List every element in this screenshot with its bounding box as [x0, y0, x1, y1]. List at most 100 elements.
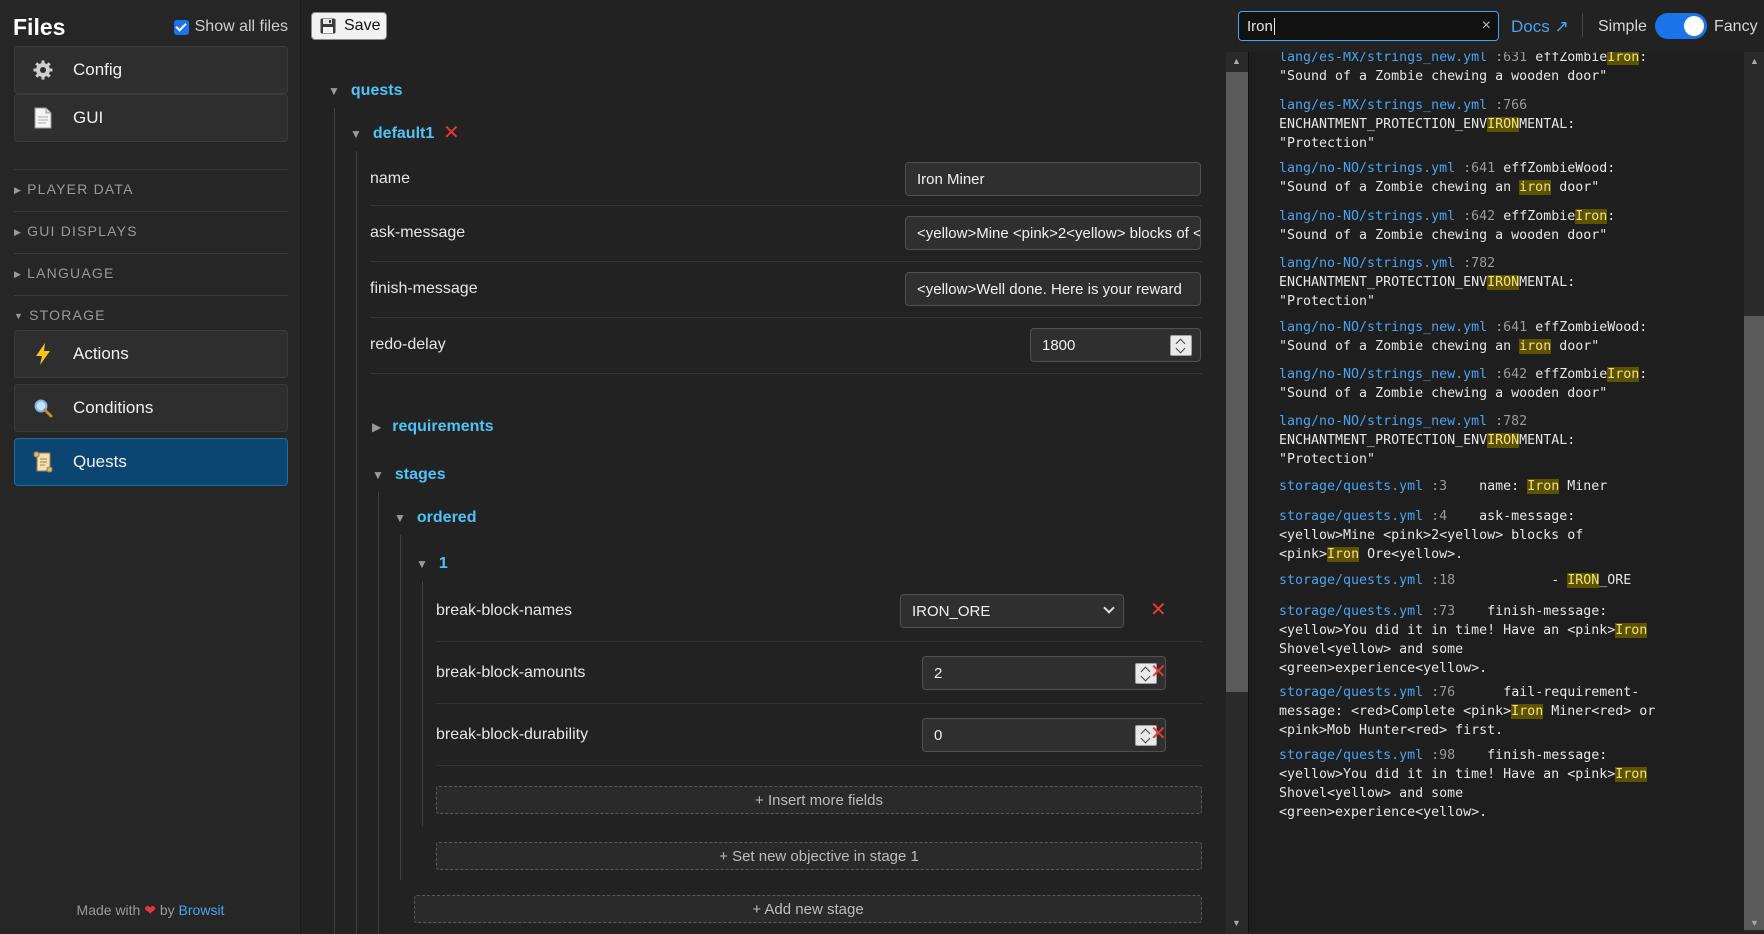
field-row-break-block-durability: break-block-durability 0 ✕	[436, 704, 1202, 766]
mode-toggle[interactable]	[1655, 13, 1707, 39]
ask-message-field[interactable]: <yellow>Mine <pink>2<yellow> blocks of <…	[905, 216, 1201, 250]
yaml-editor: ▼ quests ▼ default1 ✕ name Iron Miner as…	[302, 52, 1226, 934]
break-block-durability-stepper[interactable]: 0	[922, 718, 1166, 752]
sidebar-item-label: Actions	[73, 344, 129, 363]
break-block-names-select[interactable]: IRON_ORE	[900, 594, 1124, 628]
caret-down-icon: ▼	[328, 84, 340, 98]
tree-node-requirements[interactable]: ▶ requirements	[372, 418, 494, 436]
sidebar-item-actions[interactable]: Actions	[14, 330, 288, 378]
sidebar: Files Show all files Config GUI ▶ PLAYER …	[0, 0, 301, 934]
scroll-up-icon[interactable]: ▲	[1750, 56, 1759, 66]
field-label: break-block-amounts	[436, 664, 586, 681]
delete-quest-icon[interactable]: ✕	[443, 120, 460, 145]
caret-down-icon: ▼	[350, 127, 362, 141]
redo-delay-stepper[interactable]: 1800	[1030, 328, 1201, 362]
set-new-objective-button[interactable]: + Set new objective in stage 1	[436, 842, 1202, 870]
break-block-amounts-stepper[interactable]: 2	[922, 656, 1166, 690]
scroll-up-icon[interactable]: ▲	[1232, 56, 1241, 66]
field-row-ask-message: ask-message <yellow>Mine <pink>2<yellow>…	[370, 206, 1202, 262]
field-label: break-block-names	[436, 602, 573, 619]
sidebar-header: Files Show all files	[13, 12, 288, 42]
sidebar-title: Files	[13, 14, 66, 40]
docs-link[interactable]: Docs ↗	[1511, 17, 1569, 37]
tree-node-stage-1[interactable]: ▼ 1	[416, 555, 448, 573]
results-scrollbar[interactable]: ▲ ▼	[1744, 52, 1764, 932]
search-result[interactable]: storage/quests.yml :76 fail-requirement-…	[1279, 683, 1727, 740]
sidebar-item-config[interactable]: Config	[14, 46, 288, 94]
scrollbar-thumb[interactable]	[1226, 72, 1248, 692]
spinner-arrows-icon[interactable]	[1170, 335, 1192, 356]
insert-more-fields-button[interactable]: + Insert more fields	[436, 786, 1202, 814]
search-result[interactable]: storage/quests.yml :98 finish-message: <…	[1279, 746, 1727, 822]
search-result[interactable]: lang/es-MX/strings_new.yml :631 effZombi…	[1279, 52, 1727, 86]
checkbox-checked-icon[interactable]	[173, 19, 189, 35]
show-all-files-checkbox[interactable]: Show all files	[173, 18, 288, 36]
add-new-stage-button[interactable]: + Add new stage	[414, 895, 1202, 923]
field-row-name: name Iron Miner	[370, 150, 1202, 206]
match-highlight: Iron	[1575, 209, 1608, 224]
editor-scrollbar[interactable]: ▲ ▼	[1226, 52, 1248, 934]
section-gui-displays[interactable]: ▶ GUI DISPLAYS	[14, 211, 288, 239]
mode-simple-label: Simple	[1598, 18, 1647, 35]
match-highlight: Iron	[1527, 479, 1560, 494]
search-result[interactable]: storage/quests.yml :3 name: Iron Miner	[1279, 477, 1727, 496]
caret-right-icon: ▶	[372, 420, 382, 434]
name-field[interactable]: Iron Miner	[905, 162, 1201, 196]
field-label: break-block-durability	[436, 726, 589, 743]
finish-message-field[interactable]: <yellow>Well done. Here is your reward	[905, 272, 1201, 306]
search-result[interactable]: storage/quests.yml :73 finish-message: <…	[1279, 602, 1727, 678]
caret-down-icon: ▼	[394, 511, 406, 525]
search-result[interactable]: lang/no-NO/strings.yml :642 effZombieIro…	[1279, 207, 1727, 245]
browsit-link[interactable]: Browsit	[179, 902, 225, 918]
show-all-files-label: Show all files	[194, 18, 288, 35]
search-results-panel: lang/es-MX/strings_new.yml :631 effZombi…	[1248, 52, 1744, 932]
field-row-finish-message: finish-message <yellow>Well done. Here i…	[370, 262, 1202, 318]
tree-node-stages[interactable]: ▼ stages	[372, 466, 446, 484]
section-storage[interactable]: ▼ STORAGE	[14, 295, 288, 323]
clear-icon[interactable]: ×	[1482, 17, 1491, 35]
sidebar-item-gui[interactable]: GUI	[14, 94, 288, 142]
search-result[interactable]: lang/es-MX/strings_new.yml :766 ENCHANTM…	[1279, 96, 1727, 153]
caret-right-icon: ▶	[14, 227, 23, 237]
delete-field-icon[interactable]: ✕	[1150, 659, 1167, 684]
field-label: ask-message	[370, 224, 466, 241]
tree-node-default1[interactable]: ▼ default1	[350, 125, 434, 143]
tree-node-quests[interactable]: ▼ quests	[328, 82, 402, 100]
search-result[interactable]: lang/no-NO/strings.yml :782 ENCHANTMENT_…	[1279, 254, 1727, 311]
divider	[1582, 13, 1583, 37]
scroll-icon	[31, 450, 55, 474]
gear-icon	[31, 58, 55, 82]
save-button[interactable]: Save	[311, 12, 387, 40]
caret-down-icon: ▼	[416, 557, 428, 571]
caret-right-icon: ▶	[14, 185, 23, 195]
sidebar-item-quests[interactable]: Quests	[14, 438, 288, 486]
sidebar-item-conditions[interactable]: Conditions	[14, 384, 288, 432]
match-highlight: Iron	[1327, 547, 1360, 562]
sidebar-item-label: Quests	[73, 452, 127, 471]
floppy-disk-icon	[320, 18, 336, 34]
section-player-data[interactable]: ▶ PLAYER DATA	[14, 169, 288, 197]
scrollbar-thumb[interactable]	[1744, 316, 1764, 930]
delete-field-icon[interactable]: ✕	[1150, 597, 1167, 622]
scroll-down-icon[interactable]: ▼	[1232, 918, 1241, 928]
lightning-icon	[31, 342, 55, 366]
chevron-down-icon	[1103, 602, 1115, 614]
tree-guide	[378, 492, 379, 934]
search-result[interactable]: storage/quests.yml :4 ask-message: <yell…	[1279, 507, 1727, 564]
field-row-break-block-names: break-block-names IRON_ORE ✕	[436, 580, 1202, 642]
section-language[interactable]: ▶ LANGUAGE	[14, 253, 288, 281]
search-result[interactable]: storage/quests.yml :18 - IRON_ORE	[1279, 571, 1727, 590]
search-result[interactable]: lang/no-NO/strings_new.yml :782 ENCHANTM…	[1279, 412, 1727, 469]
search-input[interactable]: Iron ×	[1238, 11, 1499, 41]
search-result[interactable]: lang/no-NO/strings_new.yml :641 effZombi…	[1279, 318, 1727, 356]
delete-field-icon[interactable]: ✕	[1150, 721, 1167, 746]
match-highlight: Iron	[1607, 52, 1640, 65]
tree-guide	[356, 151, 357, 934]
match-highlight: IRON	[1487, 275, 1520, 290]
search-result[interactable]: lang/no-NO/strings_new.yml :642 effZombi…	[1279, 365, 1727, 403]
search-result[interactable]: lang/no-NO/strings.yml :641 effZombieWoo…	[1279, 159, 1727, 197]
toggle-knob	[1684, 16, 1704, 36]
scroll-down-icon[interactable]: ▼	[1750, 918, 1759, 928]
sidebar-item-label: Config	[73, 60, 123, 79]
tree-node-ordered[interactable]: ▼ ordered	[394, 509, 476, 527]
